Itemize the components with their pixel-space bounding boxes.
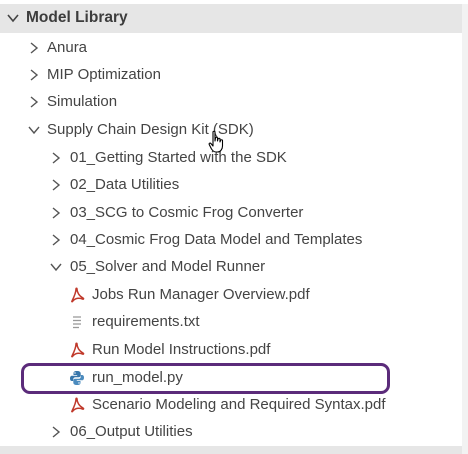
tree-item-label: Anura (47, 39, 88, 56)
tree-item-getting-started[interactable]: 01_Getting Started with the SDK (0, 145, 462, 172)
tree-item-simulation[interactable]: Simulation (0, 89, 462, 116)
model-library-header[interactable]: Model Library (0, 4, 462, 33)
file-label: Scenario Modeling and Required Syntax.pd… (92, 396, 386, 413)
file-run-model-instructions[interactable]: Run Model Instructions.pdf (0, 337, 462, 364)
panel-footer-bar (0, 446, 462, 454)
tree-item-label: 05_Solver and Model Runner (70, 258, 266, 275)
file-requirements[interactable]: requirements.txt (0, 309, 462, 336)
tree-item-sdk[interactable]: Supply Chain Design Kit (SDK) (0, 117, 462, 144)
scrollbar-track[interactable] (462, 4, 468, 454)
chevron-down-icon (28, 126, 40, 135)
pdf-icon (71, 397, 85, 413)
panel-title: Model Library (26, 9, 128, 26)
chevron-right-icon (52, 426, 61, 438)
file-label: Jobs Run Manager Overview.pdf (92, 286, 310, 303)
tree-item-solver-runner[interactable]: 05_Solver and Model Runner (0, 254, 462, 281)
file-run-model-py[interactable]: run_model.py (0, 365, 462, 392)
chevron-right-icon (30, 69, 39, 81)
chevron-right-icon (52, 179, 61, 191)
text-file-icon (73, 316, 81, 329)
tree-item-label: 03_SCG to Cosmic Frog Converter (70, 204, 304, 221)
file-label: requirements.txt (92, 313, 200, 330)
file-label: Run Model Instructions.pdf (92, 341, 271, 358)
tree-item-data-model[interactable]: 04_Cosmic Frog Data Model and Templates (0, 227, 462, 254)
tree-item-label: 01_Getting Started with the SDK (70, 149, 287, 166)
python-icon (70, 371, 84, 385)
file-jobs-run-manager[interactable]: Jobs Run Manager Overview.pdf (0, 282, 462, 309)
tree-item-mip-optimization[interactable]: MIP Optimization (0, 62, 462, 89)
file-scenario-modeling[interactable]: Scenario Modeling and Required Syntax.pd… (0, 392, 462, 419)
chevron-right-icon (30, 96, 39, 108)
tree-item-label: Supply Chain Design Kit (SDK) (47, 121, 254, 138)
tree-item-label: 04_Cosmic Frog Data Model and Templates (70, 231, 363, 248)
chevron-right-icon (30, 42, 39, 54)
tree-item-output-utilities[interactable]: 06_Output Utilities (0, 419, 462, 446)
tree-item-data-utilities[interactable]: 02_Data Utilities (0, 172, 462, 199)
tree-item-label: MIP Optimization (47, 66, 161, 83)
chevron-down-icon (50, 263, 62, 272)
pdf-icon (71, 342, 85, 358)
tree-item-anura[interactable]: Anura (0, 35, 462, 62)
tree-item-scg-converter[interactable]: 03_SCG to Cosmic Frog Converter (0, 200, 462, 227)
tree-item-label: 02_Data Utilities (70, 176, 180, 193)
chevron-right-icon (52, 234, 61, 246)
file-label: run_model.py (92, 369, 183, 386)
tree-item-label: Simulation (47, 93, 118, 110)
chevron-right-icon (52, 207, 61, 219)
pdf-icon (71, 287, 85, 303)
chevron-right-icon (52, 152, 61, 164)
tree-item-label: 06_Output Utilities (70, 423, 193, 440)
chevron-down-icon (7, 14, 19, 23)
